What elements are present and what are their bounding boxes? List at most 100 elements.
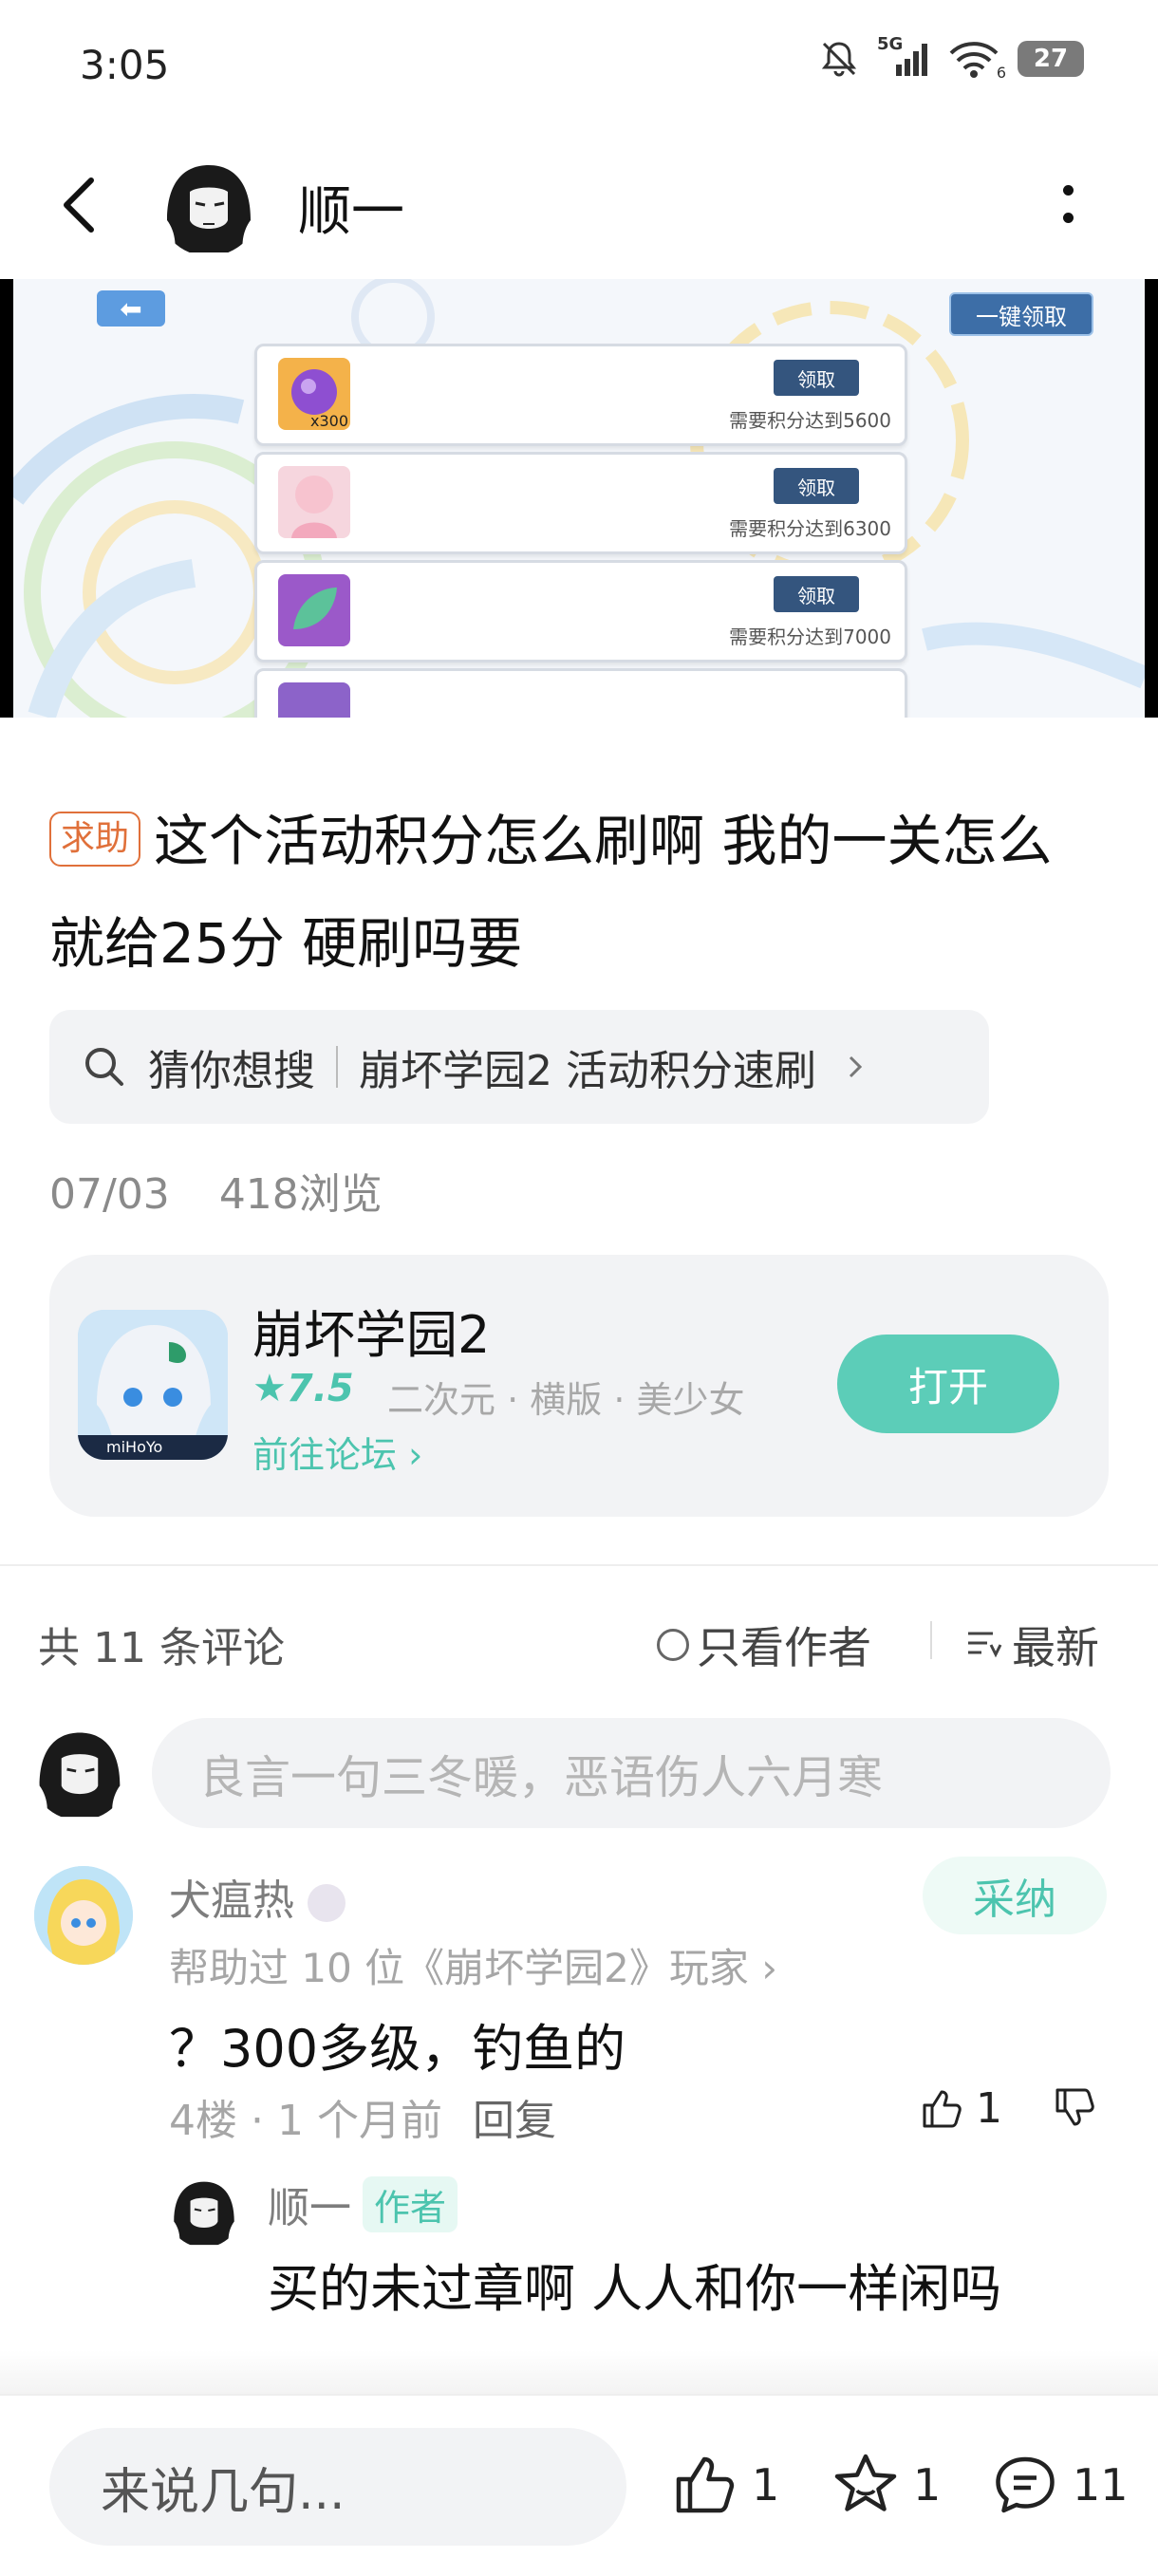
chevron-right-icon: › xyxy=(408,1434,423,1476)
battery-icon: 27 xyxy=(1018,41,1084,77)
comment-time: 1 个月前 xyxy=(276,2097,442,2145)
post-like-count: 1 xyxy=(752,2459,780,2511)
suggest-divider xyxy=(336,1046,338,1088)
game-screenshot: ⬅ 一键领取 x300 领取 需要积分达到5600 领取 需要积分达到6300 … xyxy=(13,279,1145,718)
commenter-name-text: 犬瘟热 xyxy=(169,1876,294,1925)
forum-link[interactable]: 前往论坛 › xyxy=(252,1426,422,1478)
more-options-button[interactable] xyxy=(1061,185,1074,223)
post-image[interactable]: ⬅ 一键领取 x300 领取 需要积分达到5600 领取 需要积分达到6300 … xyxy=(0,279,1158,718)
adopt-button[interactable]: 采纳 xyxy=(923,1857,1107,1934)
thumbs-down-icon xyxy=(1055,2088,1094,2126)
comment-like-button[interactable]: 1 xyxy=(919,2084,1002,2133)
help-tag: 求助 xyxy=(49,811,141,867)
my-avatar xyxy=(30,1722,129,1820)
game-card[interactable]: miHoYo 崩坏学园2 ★7.5 二次元 · 横版 · 美少女 前往论坛 › … xyxy=(49,1255,1109,1517)
section-divider xyxy=(0,1564,1158,1566)
signal-icon: 5G xyxy=(877,34,930,80)
comment-dislike-button[interactable] xyxy=(1052,2084,1097,2134)
sort-icon xyxy=(968,1632,1002,1658)
thumbs-up-icon xyxy=(676,2456,735,2513)
status-time: 3:05 xyxy=(80,42,170,88)
bottom-bar: 来说几句... 1 1 11 xyxy=(0,2394,1158,2576)
forum-link-label: 前往论坛 xyxy=(252,1434,398,1476)
commenter-name[interactable]: 犬瘟热 xyxy=(169,1866,346,1927)
reply-avatar[interactable] xyxy=(167,2174,241,2248)
search-suggestion[interactable]: 猜你想搜 崩坏学园2 活动积分速刷 xyxy=(49,1010,989,1124)
star-icon: ★ xyxy=(252,1367,287,1410)
helped-players[interactable]: 帮助过 10 位《崩坏学园2》玩家 › xyxy=(169,1936,777,1994)
chevron-right-icon xyxy=(849,1055,863,1078)
reward-row: x300 领取 需要积分达到5600 xyxy=(254,344,907,446)
game-icon-logo: miHoYo xyxy=(106,1438,163,1456)
comment-floor: 4楼 xyxy=(169,2097,237,2145)
reward-requirement: 需要积分达到6300 xyxy=(729,517,891,540)
reply-user-name: 顺一 xyxy=(268,2184,351,2232)
one-key-claim-button: 一键领取 xyxy=(949,292,1093,336)
chevron-left-icon xyxy=(64,177,94,233)
reward-orb-icon: x300 xyxy=(278,358,350,430)
sort-latest-button[interactable]: 最新 xyxy=(964,1614,1099,1676)
comment-bubble-icon xyxy=(996,2456,1055,2513)
sort-label: 最新 xyxy=(1012,1622,1099,1673)
helped-text: 帮助过 10 位《崩坏学园2》玩家 xyxy=(169,1945,749,1991)
header-divider xyxy=(930,1621,932,1659)
reply-button[interactable]: 回复 xyxy=(473,2097,556,2145)
comment-text: ？300多级，钓鱼的 xyxy=(169,2019,626,2079)
author-badge: 作者 xyxy=(363,2175,458,2232)
author-only-toggle[interactable]: 只看作者 xyxy=(657,1614,871,1676)
open-game-button[interactable]: 打开 xyxy=(837,1335,1059,1433)
game-tags: 二次元 · 横版 · 美少女 xyxy=(387,1379,745,1421)
comment-meta: 4楼 · 1 个月前 回复 xyxy=(169,2097,556,2145)
reward-row: 领取 需要积分达到7000 xyxy=(254,560,907,663)
suggest-query: 崩坏学园2 活动积分速刷 xyxy=(359,1047,816,1095)
network-type: 5G xyxy=(877,34,904,54)
game-rating: ★7.5 xyxy=(252,1367,354,1410)
more-dot-icon xyxy=(1062,213,1074,223)
bottom-fade xyxy=(0,2350,1158,2394)
commenter-avatar[interactable] xyxy=(34,1866,133,1965)
claim-button: 领取 xyxy=(774,360,859,396)
reward-requirement: 需要积分达到7000 xyxy=(729,625,891,648)
user-badge-icon xyxy=(308,1884,346,1922)
suggest-prefix: 猜你想搜 xyxy=(148,1047,315,1095)
header-user-name[interactable]: 顺一 xyxy=(298,169,404,246)
comment-input[interactable]: 良言一句三冬暖，恶语伤人六月寒 xyxy=(152,1718,1111,1828)
status-icons: 5G 6 27 xyxy=(818,34,1084,82)
post-meta: 07/03 418浏览 xyxy=(49,1160,383,1221)
post-like-button[interactable]: 1 xyxy=(670,2451,779,2519)
author-only-label: 只看作者 xyxy=(697,1622,871,1673)
post-date: 07/03 xyxy=(49,1170,170,1219)
comment-count: 共 11 条评论 xyxy=(38,1624,285,1672)
mute-bell-icon xyxy=(821,42,857,77)
reward-row: 领取 需要积分达到6300 xyxy=(254,452,907,554)
radio-icon xyxy=(657,1629,689,1661)
reply-user[interactable]: 顺一 作者 xyxy=(268,2174,458,2234)
star-icon xyxy=(834,2454,897,2511)
post-title: 求助 这个活动积分怎么刷啊 我的一关怎么就给25分 硬刷吗要 xyxy=(49,790,1103,995)
reward-row xyxy=(254,668,907,718)
back-button[interactable] xyxy=(55,171,104,243)
game-name: 崩坏学园2 xyxy=(252,1305,491,1365)
favorite-count: 1 xyxy=(913,2459,942,2511)
rating-value: 7.5 xyxy=(286,1367,354,1410)
reward-quantity: x300 xyxy=(309,412,348,430)
thumbs-up-icon xyxy=(923,2090,962,2127)
say-something-input[interactable]: 来说几句... xyxy=(49,2428,626,2546)
more-dot-icon xyxy=(1062,185,1074,196)
favorite-button[interactable]: 1 xyxy=(831,2451,941,2519)
search-icon xyxy=(85,1048,123,1086)
author-avatar[interactable] xyxy=(158,154,260,256)
game-icon: miHoYo xyxy=(78,1310,228,1460)
wifi-sub: 6 xyxy=(996,64,1006,82)
reward-leaf-icon xyxy=(278,574,350,646)
chevron-right-icon: › xyxy=(761,1945,778,1991)
comments-button[interactable]: 11 xyxy=(991,2451,1129,2519)
post-title-text: 这个活动积分怎么刷啊 我的一关怎么就给25分 硬刷吗要 xyxy=(49,809,1053,976)
game-back-icon: ⬅ xyxy=(97,290,165,327)
claim-button: 领取 xyxy=(774,576,859,612)
post-views: 418浏览 xyxy=(218,1170,383,1219)
comments-count: 11 xyxy=(1073,2459,1129,2511)
comment-like-count: 1 xyxy=(976,2084,1002,2133)
reply-text: 买的未过章啊 人人和你一样闲吗 xyxy=(268,2259,1002,2319)
reward-character-icon xyxy=(278,466,350,538)
